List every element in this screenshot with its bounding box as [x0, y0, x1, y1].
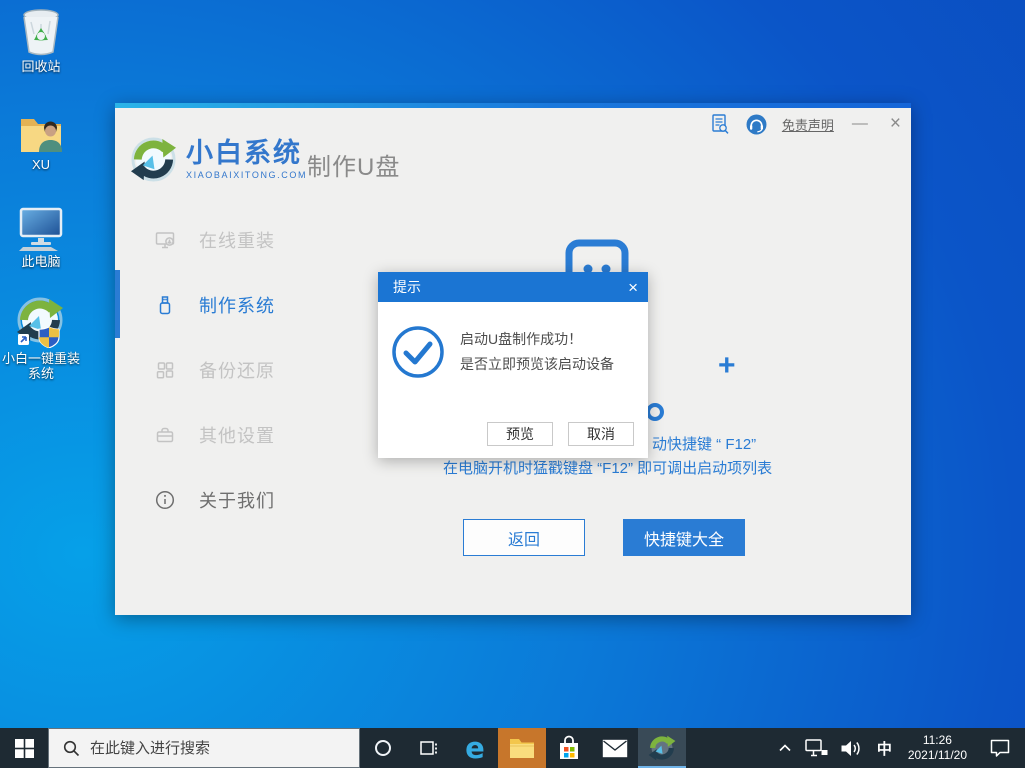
ime-indicator[interactable]: 中 [869, 728, 900, 768]
user-folder-icon [18, 104, 64, 154]
success-check-icon [391, 325, 445, 379]
cortana-icon [375, 740, 391, 756]
sidebar-item-about-us[interactable]: 关于我们 [115, 480, 300, 520]
xiaobai-logo-icon [130, 136, 177, 183]
start-button[interactable] [0, 728, 48, 768]
minimize-button[interactable]: — [848, 115, 872, 133]
logo-subtitle: XIAOBAIXITONG.COM [186, 170, 307, 180]
sidebar-item-backup-restore[interactable]: 备份还原 [115, 350, 300, 390]
desktop-icon-this-pc[interactable]: 此电脑 [0, 201, 82, 269]
backup-restore-icon [155, 360, 175, 380]
app-logo: 小白系统 XIAOBAIXITONG.COM [130, 136, 307, 183]
disclaimer-link[interactable]: 免责声明 [782, 115, 834, 134]
desktop-icon-recycle-bin[interactable]: 回收站 [0, 6, 82, 74]
recycle-bin-icon [19, 6, 63, 56]
desktop-icon-xu-folder[interactable]: XU [0, 104, 82, 172]
info-icon [155, 490, 175, 510]
sidebar-item-other-settings[interactable]: 其他设置 [115, 415, 300, 455]
edge-icon: e [465, 731, 485, 765]
hotkeys-list-button[interactable]: 快捷键大全 [623, 519, 745, 556]
desktop-icon-label: XU [32, 157, 50, 172]
desktop-icon-label: 小白一键重装 系统 [2, 351, 80, 381]
mail-icon [602, 739, 628, 758]
desktop-icon-label: 回收站 [21, 59, 60, 74]
xiaobai-taskbar-button[interactable] [638, 728, 686, 768]
dialog-message: 启动U盘制作成功！ 是否立即预览该启动设备 [460, 327, 614, 377]
network-icon [804, 738, 828, 758]
dialog-cancel-button[interactable]: 取消 [568, 422, 634, 446]
hotkey-text-line1: 动快捷键 “ F12” [652, 433, 756, 454]
desktop-icon-label: 此电脑 [21, 254, 60, 269]
task-view-icon [419, 739, 439, 757]
logo-title: 小白系统 [186, 139, 307, 167]
network-tray-button[interactable] [798, 728, 834, 768]
store-icon [557, 735, 581, 762]
volume-tray-button[interactable] [834, 728, 869, 768]
mail-button[interactable] [592, 728, 638, 768]
ring-glyph [646, 403, 664, 421]
action-center-icon [989, 738, 1011, 758]
taskbar: e [0, 728, 1025, 768]
computer-icon [18, 201, 64, 251]
task-view-button[interactable] [406, 728, 452, 768]
edge-button[interactable]: e [452, 728, 498, 768]
search-input[interactable] [90, 740, 320, 757]
plus-glyph: + [718, 349, 736, 383]
dialog-preview-button[interactable]: 预览 [487, 422, 553, 446]
clock-time: 11:26 [908, 733, 967, 748]
cortana-button[interactable] [360, 728, 406, 768]
xiaobai-app-window: 免责声明 — × 小白系统 XIAOBAIXITONG.COM 制作U盘 在线重… [115, 103, 911, 615]
page-title: 制作U盘 [307, 147, 400, 182]
taskbar-clock[interactable]: 11:26 2021/11/20 [900, 733, 975, 763]
show-hidden-icons-button[interactable] [772, 728, 798, 768]
briefcase-icon [155, 425, 175, 445]
sidebar-item-make-system[interactable]: 制作系统 [115, 285, 300, 325]
xiaobai-app-icon [16, 298, 66, 348]
back-button[interactable]: 返回 [463, 519, 585, 556]
speaker-icon [840, 740, 863, 757]
folder-icon [509, 737, 535, 759]
dialog-close-button[interactable]: × [628, 279, 638, 296]
taskbar-search[interactable] [48, 728, 360, 768]
windows-logo-icon [15, 739, 34, 758]
window-top-accent [115, 103, 911, 108]
prompt-dialog: 提示 × 启动U盘制作成功！ 是否立即预览该启动设备 预览 取消 [378, 272, 648, 458]
dialog-title: 提示 [393, 277, 421, 297]
clock-date: 2021/11/20 [908, 748, 967, 763]
usb-drive-icon [155, 295, 175, 315]
close-button[interactable]: × [886, 113, 905, 135]
bill-inquiry-icon[interactable] [710, 113, 732, 135]
microsoft-store-button[interactable] [546, 728, 592, 768]
customer-service-icon[interactable] [746, 113, 768, 135]
dialog-header: 提示 × [378, 272, 648, 302]
chevron-up-icon [778, 742, 792, 754]
search-icon [63, 740, 80, 757]
action-center-button[interactable] [975, 728, 1025, 768]
online-reinstall-icon [155, 230, 175, 250]
file-explorer-button[interactable] [498, 728, 546, 768]
desktop-icon-xiaobai-reinstall[interactable]: 小白一键重装 系统 [0, 298, 82, 381]
xiaobai-app-icon [648, 734, 676, 762]
hotkey-text-line2: 在电脑开机时猛戳键盘 “F12” 即可调出启动项列表 [443, 457, 772, 478]
sidebar-item-online-reinstall[interactable]: 在线重装 [115, 220, 300, 260]
